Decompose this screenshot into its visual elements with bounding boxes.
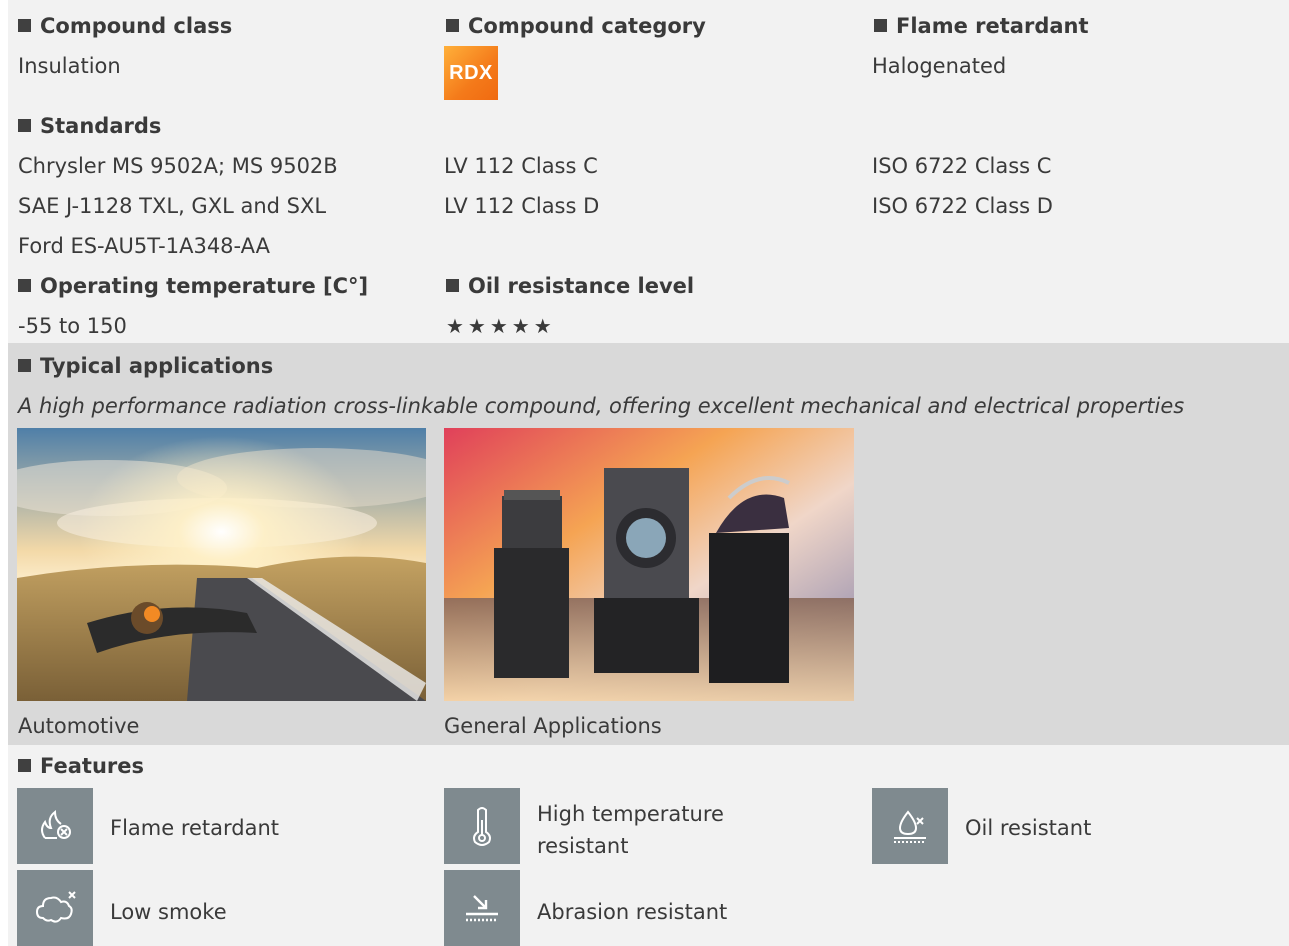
- oil-resistance-heading: Oil resistance level: [446, 272, 694, 300]
- feature-label: High temperature resistant: [537, 802, 724, 858]
- oil-drop-icon: [872, 788, 948, 864]
- abrasion-icon: [444, 870, 520, 946]
- operating-temperature-value: -55 to 150: [18, 314, 127, 338]
- oil-resistance-stars: ★★★★★: [446, 314, 556, 338]
- bullet-square-icon: [18, 19, 31, 32]
- bullet-square-icon: [18, 359, 31, 372]
- flame-retardant-value: Halogenated: [872, 54, 1007, 78]
- bullet-square-icon: [18, 279, 31, 292]
- feature-label: Oil resistant: [965, 816, 1092, 840]
- automotive-road-illustration: [17, 428, 426, 701]
- bullet-square-icon: [446, 279, 459, 292]
- flame-retardant-icon: [17, 788, 93, 864]
- standard-item: LV 112 Class C: [444, 154, 598, 178]
- standard-item: ISO 6722 Class D: [872, 194, 1053, 218]
- standard-item: Ford ES-AU5T-1A348-AA: [18, 234, 270, 258]
- feature-label: Low smoke: [110, 900, 227, 924]
- compound-class-heading: Compound class: [18, 12, 232, 40]
- flame-retardant-heading: Flame retardant: [874, 12, 1089, 40]
- smoke-cloud-icon: [17, 870, 93, 946]
- rdx-category-badge: RDX: [444, 46, 498, 100]
- standard-item: SAE J-1128 TXL, GXL and SXL: [18, 194, 327, 218]
- standard-item: ISO 6722 Class C: [872, 154, 1052, 178]
- application-caption-general: General Applications: [444, 714, 662, 738]
- application-caption-automotive: Automotive: [18, 714, 140, 738]
- bullet-square-icon: [18, 759, 31, 772]
- typical-applications-heading: Typical applications: [18, 352, 273, 380]
- thermometer-icon: [444, 788, 520, 864]
- operating-temperature-heading: Operating temperature [C°]: [18, 272, 368, 300]
- features-heading: Features: [18, 752, 144, 780]
- bullet-square-icon: [18, 119, 31, 132]
- automotive-image: [17, 428, 426, 701]
- applications-description: A high performance radiation cross-linka…: [18, 394, 1185, 418]
- feature-label: Flame retardant: [110, 816, 280, 840]
- feature-label: Abrasion resistant: [537, 900, 728, 924]
- standard-item: LV 112 Class D: [444, 194, 600, 218]
- compound-class-value: Insulation: [18, 54, 121, 78]
- bullet-square-icon: [874, 19, 887, 32]
- standards-heading: Standards: [18, 112, 161, 140]
- bullet-square-icon: [446, 19, 459, 32]
- standard-item: Chrysler MS 9502A; MS 9502B: [18, 154, 338, 178]
- compound-category-heading: Compound category: [446, 12, 706, 40]
- general-applications-image: [444, 428, 854, 701]
- appliances-illustration: [444, 428, 854, 701]
